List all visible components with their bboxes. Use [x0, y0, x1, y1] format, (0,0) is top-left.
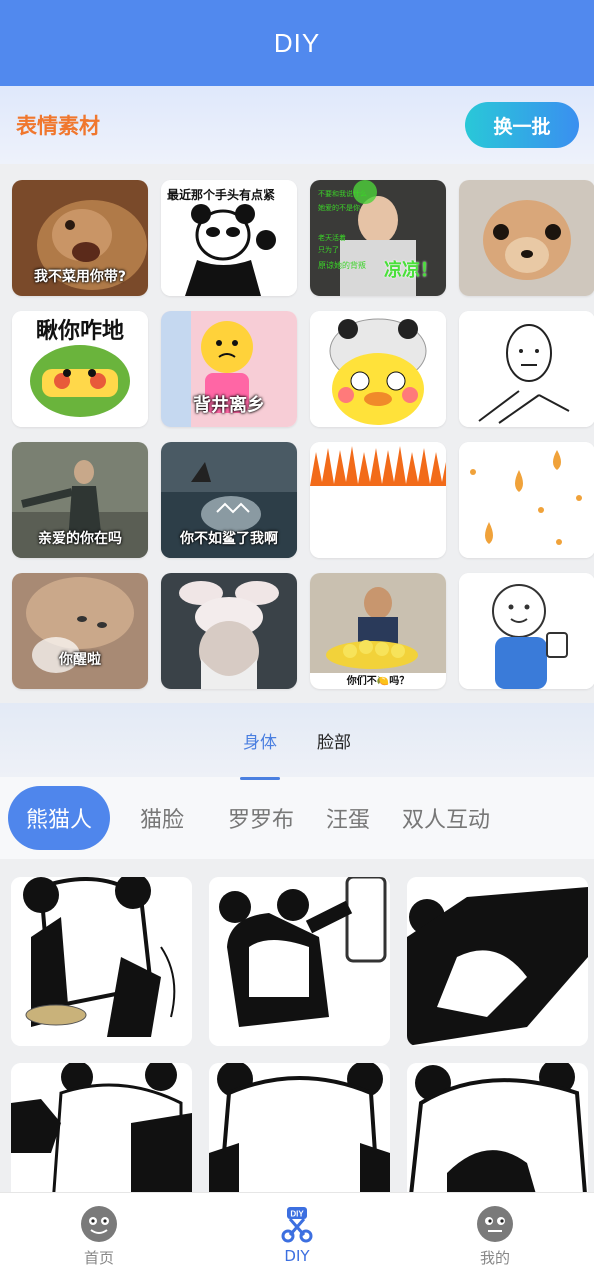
flames-image — [310, 442, 446, 558]
page-title: DIY — [273, 27, 321, 58]
svg-text:老天活着: 老天活着 — [318, 233, 346, 242]
sticker-tile[interactable] — [310, 311, 446, 427]
sticker-tile[interactable] — [459, 180, 594, 296]
sticker-caption: 你醒啦 — [59, 652, 101, 668]
svg-text:她爱的不是你: 她爱的不是你 — [318, 203, 360, 212]
sticker-tile[interactable]: 亲爱的你在吗 — [12, 442, 148, 558]
sticker-tile[interactable] — [459, 311, 594, 427]
bunny-hat-image — [161, 573, 297, 689]
sticker-tile[interactable]: 瞅你咋地 — [12, 311, 148, 427]
category-tabs: 身体 脸部 — [0, 703, 594, 780]
sticker-tile[interactable]: 背井离乡 — [161, 311, 297, 427]
sticker-tile[interactable] — [459, 442, 594, 558]
sticker-caption: 亲爱的你在吗 — [38, 531, 122, 547]
sub-tabs: 熊猫人 猫脸 罗罗布 汪蛋 双人互动 — [0, 777, 594, 859]
sub-tab-duo-interaction[interactable]: 双人互动 — [386, 786, 506, 850]
sub-tab-panda-man[interactable]: 熊猫人 — [8, 786, 110, 850]
bottom-nav: 首页 DIY DIY 我的 — [0, 1192, 594, 1280]
svg-text:DIY: DIY — [290, 1210, 304, 1219]
sticker-caption: 我不菜用你带? — [33, 269, 127, 285]
blue-guy-image — [459, 573, 594, 689]
svg-text:只为了: 只为了 — [318, 245, 339, 254]
nav-label: 首页 — [83, 1249, 114, 1267]
sticker-caption: 最近那个手头有点紧 — [167, 188, 276, 202]
nav-label: DIY — [284, 1247, 310, 1265]
face-icon — [81, 1206, 117, 1242]
top-bar: DIY — [0, 0, 594, 86]
duck-hat-image — [310, 311, 446, 427]
sticker-caption: 瞅你咋地 — [35, 319, 124, 344]
sub-tab-luoluobu[interactable]: 罗罗布 — [212, 786, 310, 850]
chihuahua-image — [459, 180, 594, 296]
materials-header: 表情素材 换一批 — [0, 86, 594, 164]
scissors-icon: DIY — [281, 1207, 313, 1243]
panda-fish-image — [11, 877, 192, 1046]
svg-text:不要和我说什么: 不要和我说什么 — [318, 189, 367, 198]
panda-body-grid — [0, 859, 594, 1219]
sticker-tile[interactable]: 不要和我说什么 她爱的不是你 老天活着 只为了 原谅她的背叛 凉凉！ — [310, 180, 446, 296]
doodle-face-image — [459, 311, 594, 427]
sticker-caption: 你们不🍋吗？ — [346, 676, 410, 687]
panda-lying-image — [407, 877, 588, 1046]
face-icon — [477, 1206, 513, 1242]
sticker-tile[interactable]: 我不菜用你带? — [12, 180, 148, 296]
nav-mine[interactable]: 我的 — [396, 1193, 594, 1280]
cat-upside-image — [12, 573, 148, 689]
sticker-tile[interactable]: 你不如鲨了我啊 — [161, 442, 297, 558]
panda-phone-image — [209, 877, 390, 1046]
panda-body-tile[interactable] — [407, 877, 588, 1046]
sticker-tile[interactable] — [459, 573, 594, 689]
refresh-button[interactable]: 换一批 — [465, 102, 579, 148]
app-root: DIY 表情素材 换一批 我不菜用你带? 最近那个手头有点紧 不要和我说什么 她… — [0, 0, 594, 1280]
panda-body-tile[interactable] — [11, 877, 192, 1046]
sticker-tile[interactable]: 你醒啦 — [12, 573, 148, 689]
tab-body[interactable]: 身体 — [240, 728, 280, 780]
nav-label: 我的 — [479, 1249, 510, 1267]
nav-home[interactable]: 首页 — [0, 1193, 198, 1280]
sticker-tile[interactable] — [161, 573, 297, 689]
sticker-tile[interactable]: 最近那个手头有点紧 — [161, 180, 297, 296]
panda-body-tile[interactable] — [209, 877, 390, 1046]
drops-image — [459, 442, 594, 558]
sub-tab-cat-face[interactable]: 猫脸 — [124, 786, 200, 850]
sticker-tile[interactable]: 你们不🍋吗？ — [310, 573, 446, 689]
sub-tab-wangdan[interactable]: 汪蛋 — [310, 786, 386, 850]
sticker-caption: 背井离乡 — [193, 395, 265, 416]
sticker-tile[interactable] — [310, 442, 446, 558]
sticker-caption: 凉凉！ — [384, 260, 438, 281]
tab-face[interactable]: 脸部 — [315, 728, 353, 753]
sticker-grid: 我不菜用你带? 最近那个手头有点紧 不要和我说什么 她爱的不是你 老天活着 只为… — [0, 164, 594, 703]
sticker-caption: 你不如鲨了我啊 — [180, 531, 278, 547]
svg-text:原谅她的背叛: 原谅她的背叛 — [318, 260, 366, 270]
nav-diy[interactable]: DIY DIY — [198, 1193, 396, 1280]
materials-label: 表情素材 — [16, 114, 100, 138]
